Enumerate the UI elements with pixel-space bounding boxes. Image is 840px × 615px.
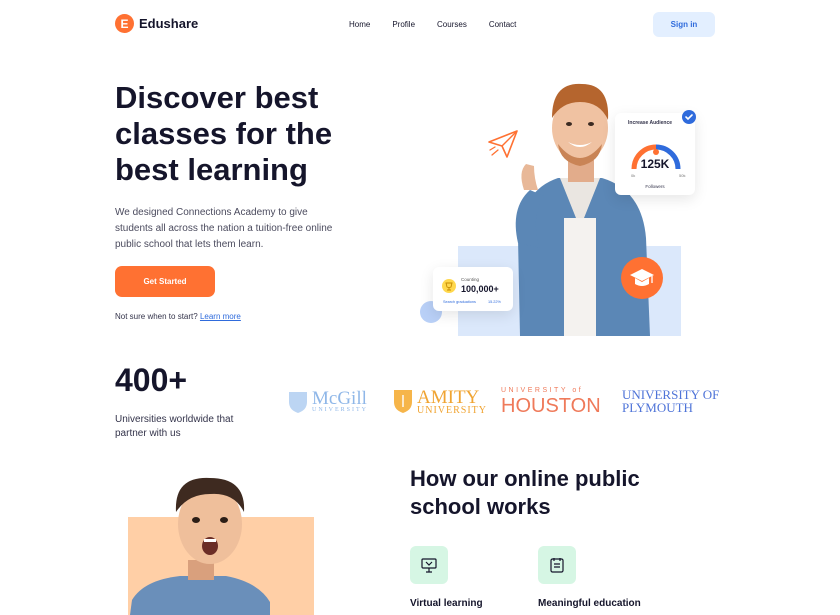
- amity-shield-icon: [394, 390, 412, 413]
- presentation-board-icon: [410, 546, 448, 584]
- brand-logo[interactable]: E Edushare: [115, 14, 198, 33]
- surprised-student-image: [130, 477, 270, 615]
- mcgill-sub: UNIVERSITY: [312, 407, 368, 413]
- houston-name: HOUSTON: [501, 395, 601, 417]
- plymouth-line-2: PLYMOUTH: [622, 400, 693, 415]
- gauge-max-label: 50k: [679, 173, 686, 178]
- main-nav: Home Profile Courses Contact: [349, 20, 538, 29]
- plymouth-logo: UNIVERSITY OF PLYMOUTH: [622, 388, 719, 414]
- universities-count: 400+: [115, 362, 188, 398]
- get-started-button[interactable]: Get Started: [115, 266, 215, 297]
- feature-virtual-learning: Virtual learning: [410, 598, 483, 609]
- nav-contact[interactable]: Contact: [489, 20, 517, 29]
- logo-mark-icon: E: [115, 14, 134, 33]
- counting-label: Counting: [461, 277, 480, 282]
- mcgill-shield-icon: [289, 392, 307, 413]
- verified-check-icon: [682, 110, 696, 124]
- start-hint: Not sure when to start? Learn more: [115, 312, 241, 321]
- graduation-cap-icon: [621, 257, 663, 299]
- nav-courses[interactable]: Courses: [437, 20, 467, 29]
- gauge-min-label: 0k: [631, 173, 636, 178]
- audience-card-title: Increase Audience: [628, 120, 673, 126]
- brand-name: Edushare: [139, 16, 199, 31]
- trophy-icon: [442, 279, 456, 293]
- sign-in-button[interactable]: Sign in: [653, 12, 715, 37]
- notepad-icon: [538, 546, 576, 584]
- houston-sub: UNIVERSITY of: [501, 387, 584, 394]
- nav-profile[interactable]: Profile: [392, 20, 415, 29]
- counting-value: 100,000+: [461, 284, 499, 294]
- increase-audience-card: Increase Audience 125K 0k 50k Followers: [615, 113, 695, 195]
- universities-description: Universities worldwide that partner with…: [115, 414, 234, 439]
- audience-label: Followers: [645, 184, 665, 189]
- counting-sub-label: Search graduations: [443, 300, 476, 304]
- counting-percent: 15.22%: [488, 300, 501, 304]
- feature-meaningful-education: Meaningful education: [538, 598, 641, 609]
- nav-home[interactable]: Home: [349, 20, 370, 29]
- counting-card: Counting 100,000+ Search graduations 15.…: [433, 267, 513, 311]
- amity-sub: UNIVERSITY: [417, 405, 487, 416]
- audience-value: 125K: [640, 157, 670, 171]
- hero-title: Discover best classes for the best learn…: [115, 80, 333, 187]
- how-it-works-title: How our online public school works: [410, 466, 640, 519]
- hint-text: Not sure when to start?: [115, 312, 198, 321]
- learn-more-link[interactable]: Learn more: [200, 312, 241, 321]
- hero-description: We designed Connections Academy to give …: [115, 207, 333, 250]
